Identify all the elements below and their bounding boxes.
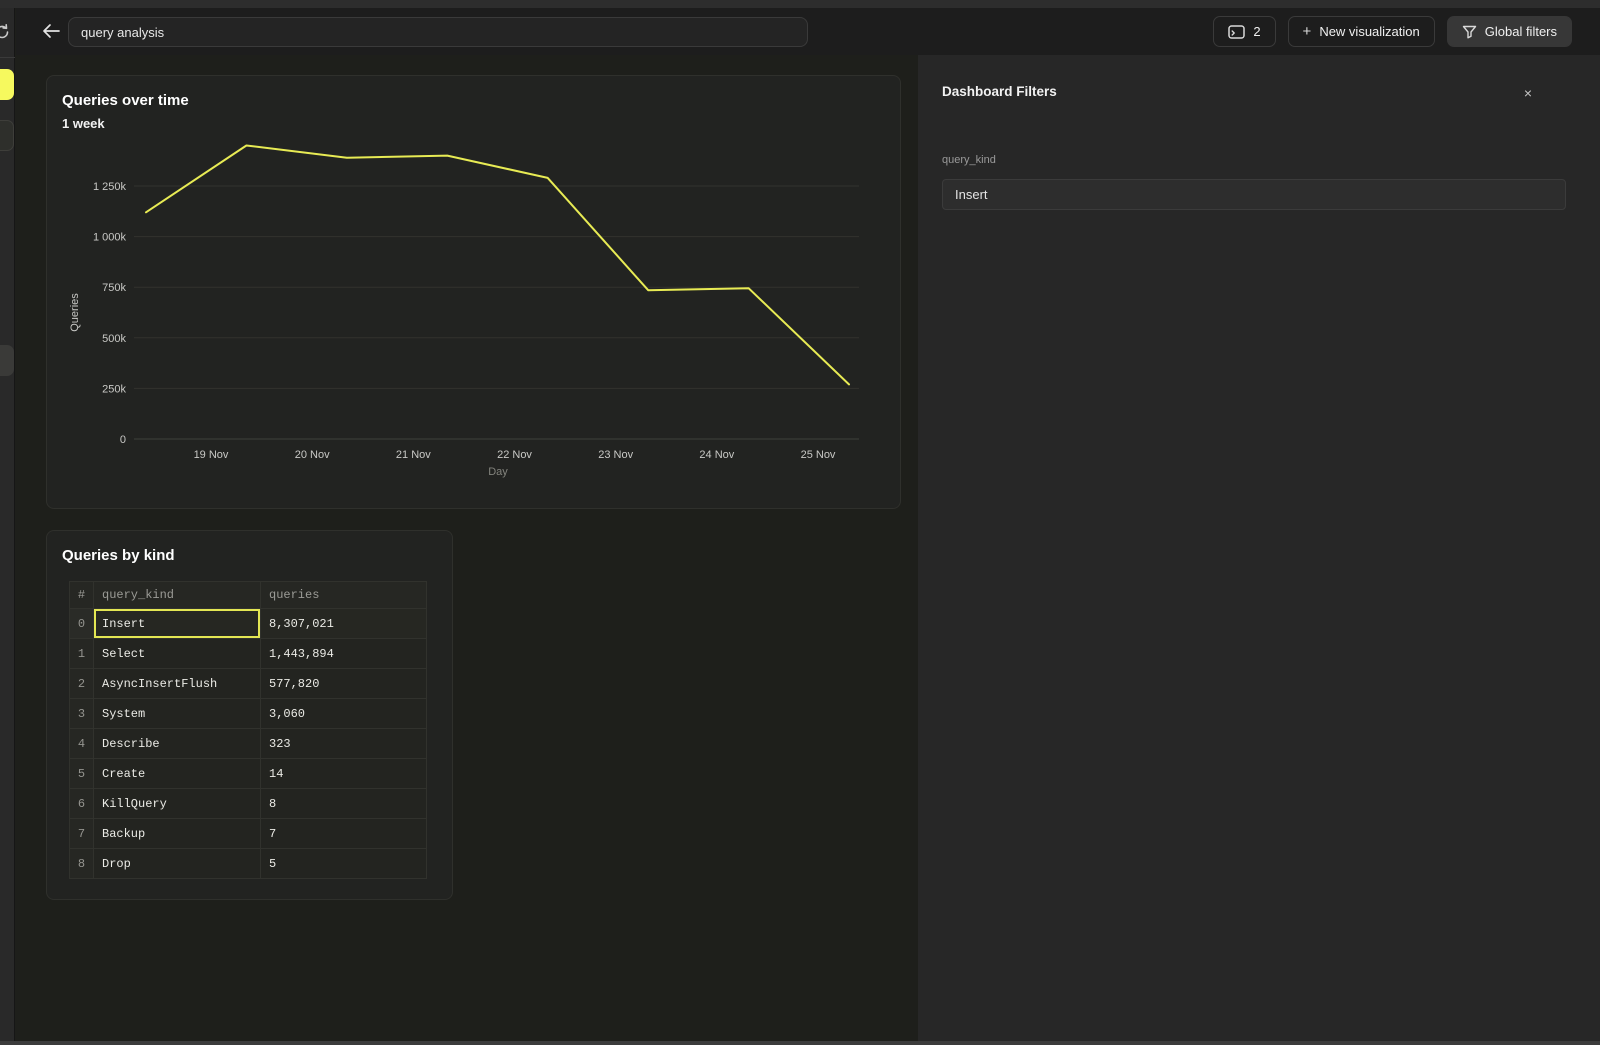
row-index-cell[interactable]: 3 — [70, 699, 94, 729]
table-row: 7Backup7 — [70, 819, 427, 849]
sidebar-divider — [0, 57, 15, 58]
row-index-cell[interactable]: 2 — [70, 669, 94, 699]
close-icon[interactable]: × — [1518, 83, 1538, 103]
window-top-strip — [0, 0, 1600, 8]
row-index-cell[interactable]: 8 — [70, 849, 94, 879]
filters-panel-title: Dashboard Filters — [942, 84, 1057, 99]
queries-cell[interactable]: 577,820 — [261, 669, 427, 699]
console-count-button[interactable]: 2 — [1213, 16, 1275, 47]
queries-cell[interactable]: 5 — [261, 849, 427, 879]
queries-cell[interactable]: 8,307,021 — [261, 609, 427, 639]
x-tick-label: 23 Nov — [598, 449, 633, 461]
table-row: 4Describe323 — [70, 729, 427, 759]
y-tick-label: 1 000k — [93, 232, 127, 244]
dashboard-title-input[interactable] — [68, 17, 808, 47]
x-tick-label: 20 Nov — [295, 449, 330, 461]
column-header-query_kind[interactable]: query_kind — [94, 582, 261, 609]
table-row: 6KillQuery8 — [70, 789, 427, 819]
query-kind-cell[interactable]: Select — [94, 639, 261, 669]
row-index-cell[interactable]: 5 — [70, 759, 94, 789]
table-row: 3System3,060 — [70, 699, 427, 729]
queries-line-chart[interactable]: 0 250k 500k 750k 1 000k 1 250k 19 Nov 20 Nov 21 … — [47, 76, 900, 508]
queries-cell[interactable]: 3,060 — [261, 699, 427, 729]
row-index-cell[interactable]: 1 — [70, 639, 94, 669]
column-header-queries[interactable]: queries — [261, 582, 427, 609]
query-kind-cell[interactable]: AsyncInsertFlush — [94, 669, 261, 699]
new-visualization-label: New visualization — [1319, 24, 1419, 39]
sidebar-item-tertiary[interactable] — [0, 345, 14, 376]
queries-cell[interactable]: 14 — [261, 759, 427, 789]
x-tick-label: 22 Nov — [497, 449, 532, 461]
y-tick-label: 1 250k — [93, 181, 127, 193]
window-bottom-strip — [0, 1041, 1600, 1045]
new-visualization-button[interactable]: + New visualization — [1288, 16, 1435, 47]
x-tick-label: 25 Nov — [801, 449, 836, 461]
back-button[interactable] — [40, 22, 62, 42]
topbar-actions: 2 + New visualization Global filters — [1213, 16, 1572, 47]
table-row: 1Select1,443,894 — [70, 639, 427, 669]
queries-over-time-card: Queries over time 1 week 0250k500k750k1 … — [46, 75, 901, 509]
sidebar-item-secondary[interactable] — [0, 120, 14, 151]
table-title: Queries by kind — [62, 547, 175, 564]
filter-field-label: query_kind — [942, 154, 996, 166]
y-tick-label: 0 — [120, 434, 126, 446]
query-kind-cell[interactable]: Insert — [94, 609, 261, 639]
y-tick-label: 500k — [102, 333, 126, 345]
table-row: 2AsyncInsertFlush577,820 — [70, 669, 427, 699]
refresh-icon[interactable] — [0, 23, 11, 41]
row-index-cell[interactable]: 0 — [70, 609, 94, 639]
queries-by-kind-card: Queries by kind #query_kindqueries 0Inse… — [46, 530, 453, 900]
query-kind-cell[interactable]: Drop — [94, 849, 261, 879]
console-count: 2 — [1253, 24, 1260, 39]
column-header-index[interactable]: # — [70, 582, 94, 609]
plus-icon: + — [1303, 24, 1312, 39]
query-kind-cell[interactable]: KillQuery — [94, 789, 261, 819]
y-tick-label: 750k — [102, 282, 126, 294]
row-index-cell[interactable]: 6 — [70, 789, 94, 819]
y-axis-title: Queries — [69, 293, 81, 332]
dashboard-filters-panel: Dashboard Filters × query_kind — [918, 55, 1600, 1041]
table-row: 0Insert8,307,021 — [70, 609, 427, 639]
global-filters-button[interactable]: Global filters — [1447, 16, 1572, 47]
query-kind-cell[interactable]: Describe — [94, 729, 261, 759]
table-header: #query_kindqueries — [70, 582, 427, 609]
x-axis-title: Day — [488, 466, 508, 478]
query-kind-cell[interactable]: Create — [94, 759, 261, 789]
left-sidebar — [0, 8, 15, 1041]
row-index-cell[interactable]: 7 — [70, 819, 94, 849]
queries-cell[interactable]: 7 — [261, 819, 427, 849]
x-tick-label: 19 Nov — [194, 449, 229, 461]
x-tick-label: 21 Nov — [396, 449, 431, 461]
queries-cell[interactable]: 1,443,894 — [261, 639, 427, 669]
x-tick-label: 24 Nov — [699, 449, 734, 461]
funnel-icon — [1462, 25, 1477, 39]
query-kind-filter-input[interactable] — [942, 179, 1566, 210]
query-kind-cell[interactable]: System — [94, 699, 261, 729]
queries-by-kind-table: #query_kindqueries 0Insert8,307,0211Sele… — [69, 581, 427, 879]
sidebar-item-active-dashboard[interactable] — [0, 69, 14, 100]
row-index-cell[interactable]: 4 — [70, 729, 94, 759]
query-kind-cell[interactable]: Backup — [94, 819, 261, 849]
table-row: 8Drop5 — [70, 849, 427, 879]
table-row: 5Create14 — [70, 759, 427, 789]
y-tick-label: 250k — [102, 383, 126, 395]
global-filters-label: Global filters — [1485, 24, 1557, 39]
terminal-icon — [1228, 25, 1245, 39]
topbar: 2 + New visualization Global filters — [16, 8, 1600, 55]
queries-cell[interactable]: 8 — [261, 789, 427, 819]
queries-cell[interactable]: 323 — [261, 729, 427, 759]
series-line-queries — [146, 146, 849, 385]
